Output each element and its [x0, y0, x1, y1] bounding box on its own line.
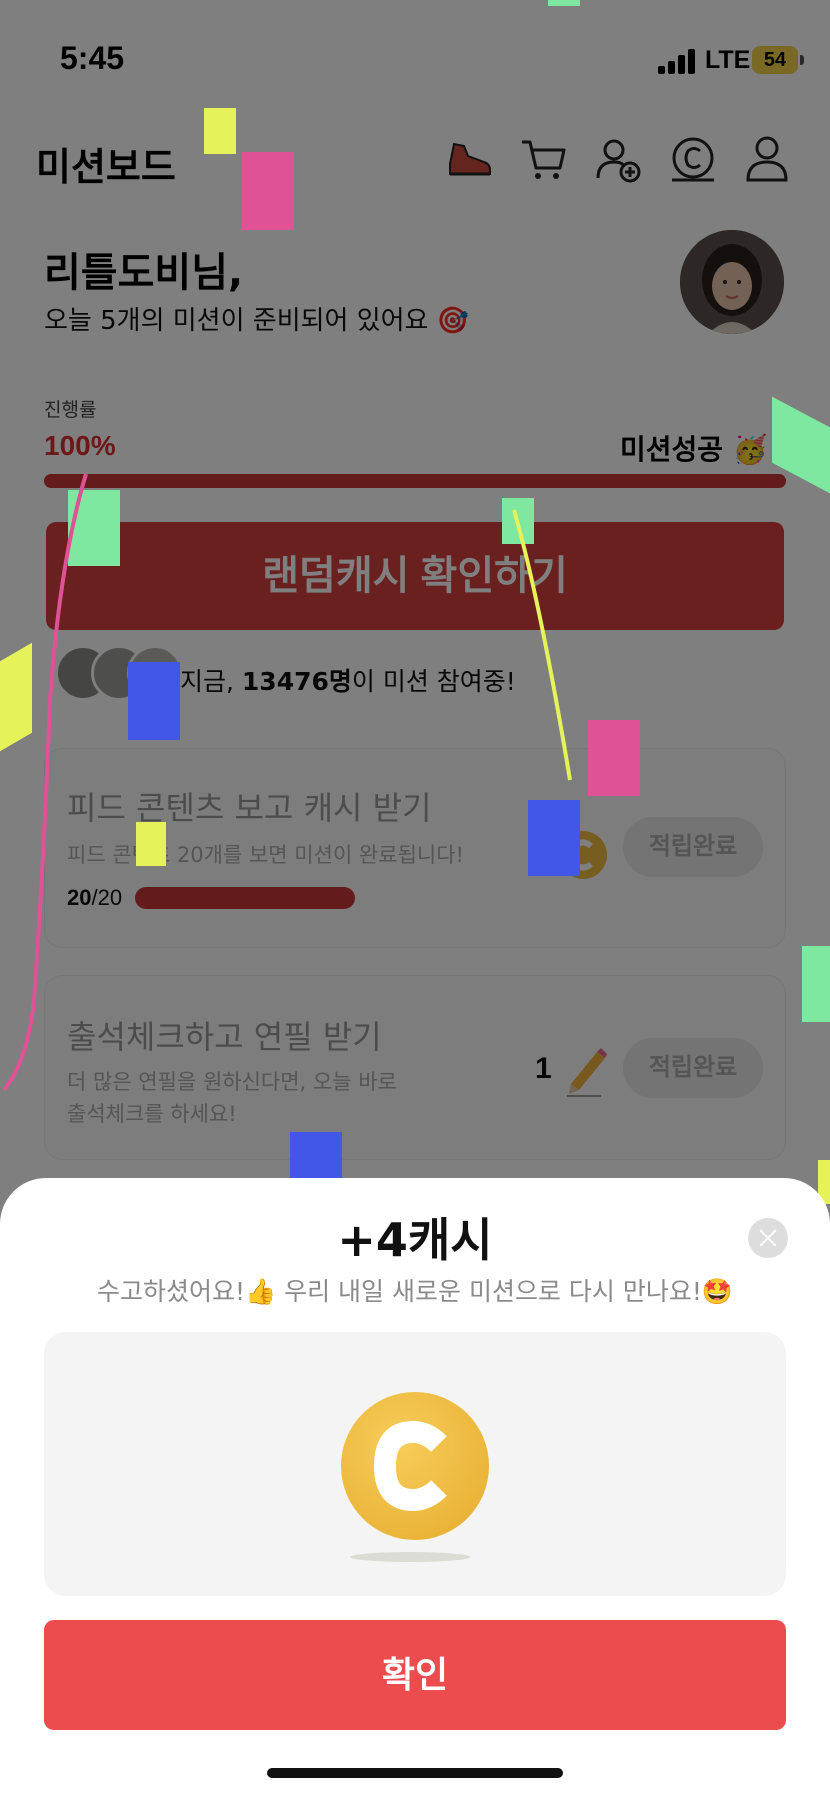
reward-message: 수고하셨어요!👍 우리 내일 새로운 미션으로 다시 만나요!🤩	[97, 1277, 733, 1306]
mission-board-screen: 5:45 LTE 54 미션보드 리틀도비님, 오늘 5개의 미션이 준	[0, 0, 830, 1797]
confirm-button[interactable]: 확인	[44, 1620, 786, 1730]
reward-amount-title: +4캐시	[337, 1213, 493, 1267]
reward-coin-panel	[44, 1332, 786, 1596]
cash-coin-icon	[341, 1392, 489, 1540]
reward-bottom-sheet: +4캐시 수고하셨어요!👍 우리 내일 새로운 미션으로 다시 만나요!🤩 확인	[0, 1178, 830, 1797]
coin-shadow	[350, 1552, 470, 1562]
close-icon[interactable]	[748, 1218, 788, 1258]
home-indicator	[267, 1768, 563, 1778]
confetti-streamers	[2, 473, 572, 1092]
